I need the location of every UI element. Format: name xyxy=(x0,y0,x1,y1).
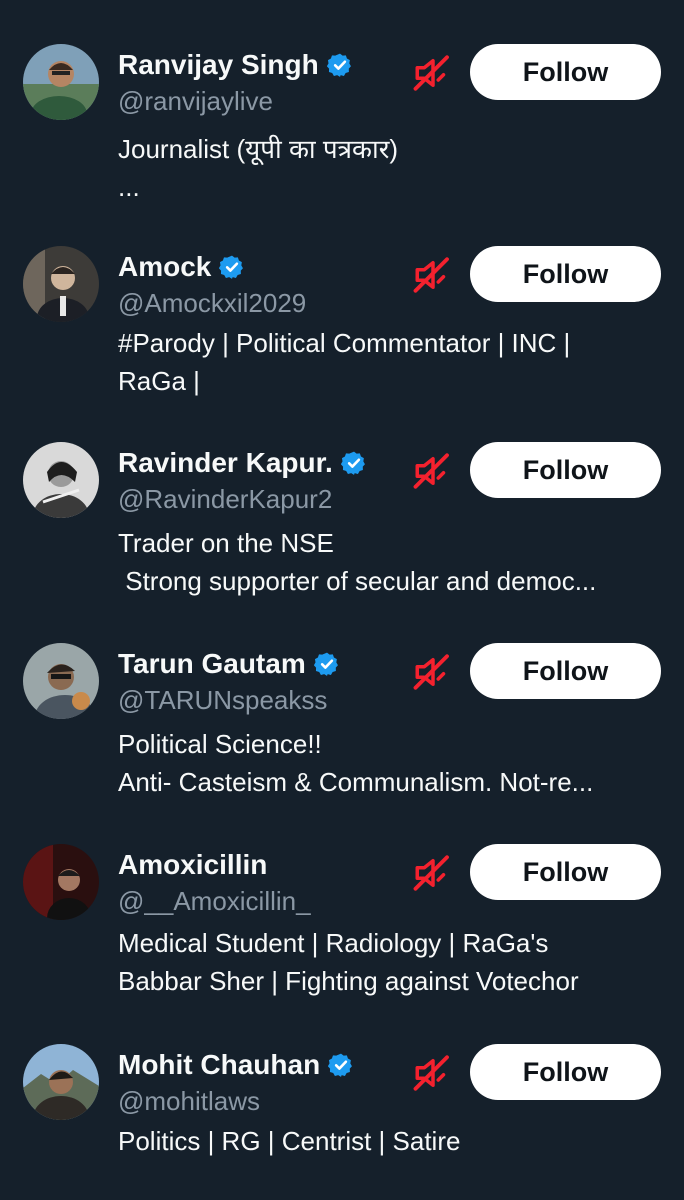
muted-speaker-icon xyxy=(413,654,449,690)
bio-line: ... xyxy=(118,172,140,202)
account-handle: @__Amoxicillin_ xyxy=(118,886,311,916)
avatar[interactable] xyxy=(23,246,99,322)
account-handle: @Amockxil2029 xyxy=(118,288,307,318)
avatar[interactable] xyxy=(23,643,99,719)
name-line: Amoxicillin xyxy=(118,848,267,882)
verified-badge-icon xyxy=(219,255,244,279)
muted-speaker-icon xyxy=(413,257,449,293)
account-name[interactable]: Ravinder Kapur. xyxy=(118,447,333,479)
verified-badge-icon xyxy=(326,53,351,77)
follow-button[interactable]: Follow xyxy=(470,643,661,699)
account-name[interactable]: Tarun Gautam xyxy=(118,648,306,680)
bio-line: Babbar Sher | Fighting against Votechor xyxy=(118,966,579,996)
account-name[interactable]: Mohit Chauhan xyxy=(118,1049,320,1081)
verified-badge-icon xyxy=(328,1053,353,1077)
muted-speaker-icon xyxy=(413,1055,449,1091)
bio-line: Strong supporter of secular and democ... xyxy=(118,566,597,596)
follow-button[interactable]: Follow xyxy=(470,844,661,900)
bio-line: Anti- Casteism & Communalism. Not-re... xyxy=(118,767,594,797)
avatar[interactable] xyxy=(23,844,99,920)
bio-line: Medical Student | Radiology | RaGa's xyxy=(118,928,549,958)
bio-line: Political Science!! xyxy=(118,729,322,759)
bio-line: RaGa | xyxy=(118,366,200,396)
verified-badge-icon xyxy=(340,451,365,475)
account-bio: Trader on the NSE Strong supporter of se… xyxy=(118,524,663,600)
name-line: Tarun Gautam xyxy=(118,647,340,681)
follow-button[interactable]: Follow xyxy=(470,246,661,302)
account-name[interactable]: Amock xyxy=(118,251,211,283)
muted-speaker-icon xyxy=(413,453,449,489)
bio-line: Politics | RG | Centrist | Satire xyxy=(118,1126,461,1156)
avatar[interactable] xyxy=(23,442,99,518)
account-name[interactable]: Ranvijay Singh xyxy=(118,49,319,81)
verified-badge-icon xyxy=(313,652,338,676)
account-handle: @TARUNspeakss xyxy=(118,685,328,715)
follow-button[interactable]: Follow xyxy=(470,1044,661,1100)
account-handle: @mohitlaws xyxy=(118,1086,260,1116)
bio-line: #Parody | Political Commentator | INC | xyxy=(118,328,571,358)
muted-speaker-icon xyxy=(413,855,449,891)
name-line: Ranvijay Singh xyxy=(118,48,353,82)
account-bio: Medical Student | Radiology | RaGa's Bab… xyxy=(118,924,663,1000)
avatar[interactable] xyxy=(23,1044,99,1120)
account-bio: #Parody | Political Commentator | INC | … xyxy=(118,324,663,400)
account-bio: Journalist (यूपी का पत्रकार) ... xyxy=(118,130,663,206)
follow-button[interactable]: Follow xyxy=(470,44,661,100)
name-line: Mohit Chauhan xyxy=(118,1048,354,1082)
account-bio: Politics | RG | Centrist | Satire xyxy=(118,1122,663,1160)
name-line: Ravinder Kapur. xyxy=(118,446,367,480)
account-handle: @ranvijaylive xyxy=(118,86,273,116)
account-handle: @RavinderKapur2 xyxy=(118,484,333,514)
bio-line: Journalist (यूपी का पत्रकार) xyxy=(118,134,399,164)
name-line: Amock xyxy=(118,250,245,284)
avatar[interactable] xyxy=(23,44,99,120)
bio-line: Trader on the NSE xyxy=(118,528,334,558)
muted-speaker-icon xyxy=(413,55,449,91)
follow-button[interactable]: Follow xyxy=(470,442,661,498)
account-name[interactable]: Amoxicillin xyxy=(118,849,267,881)
account-bio: Political Science!! Anti- Casteism & Com… xyxy=(118,725,663,801)
follow-suggestions-list: Ranvijay Singh @ranvijaylive Journalist … xyxy=(0,0,684,1200)
